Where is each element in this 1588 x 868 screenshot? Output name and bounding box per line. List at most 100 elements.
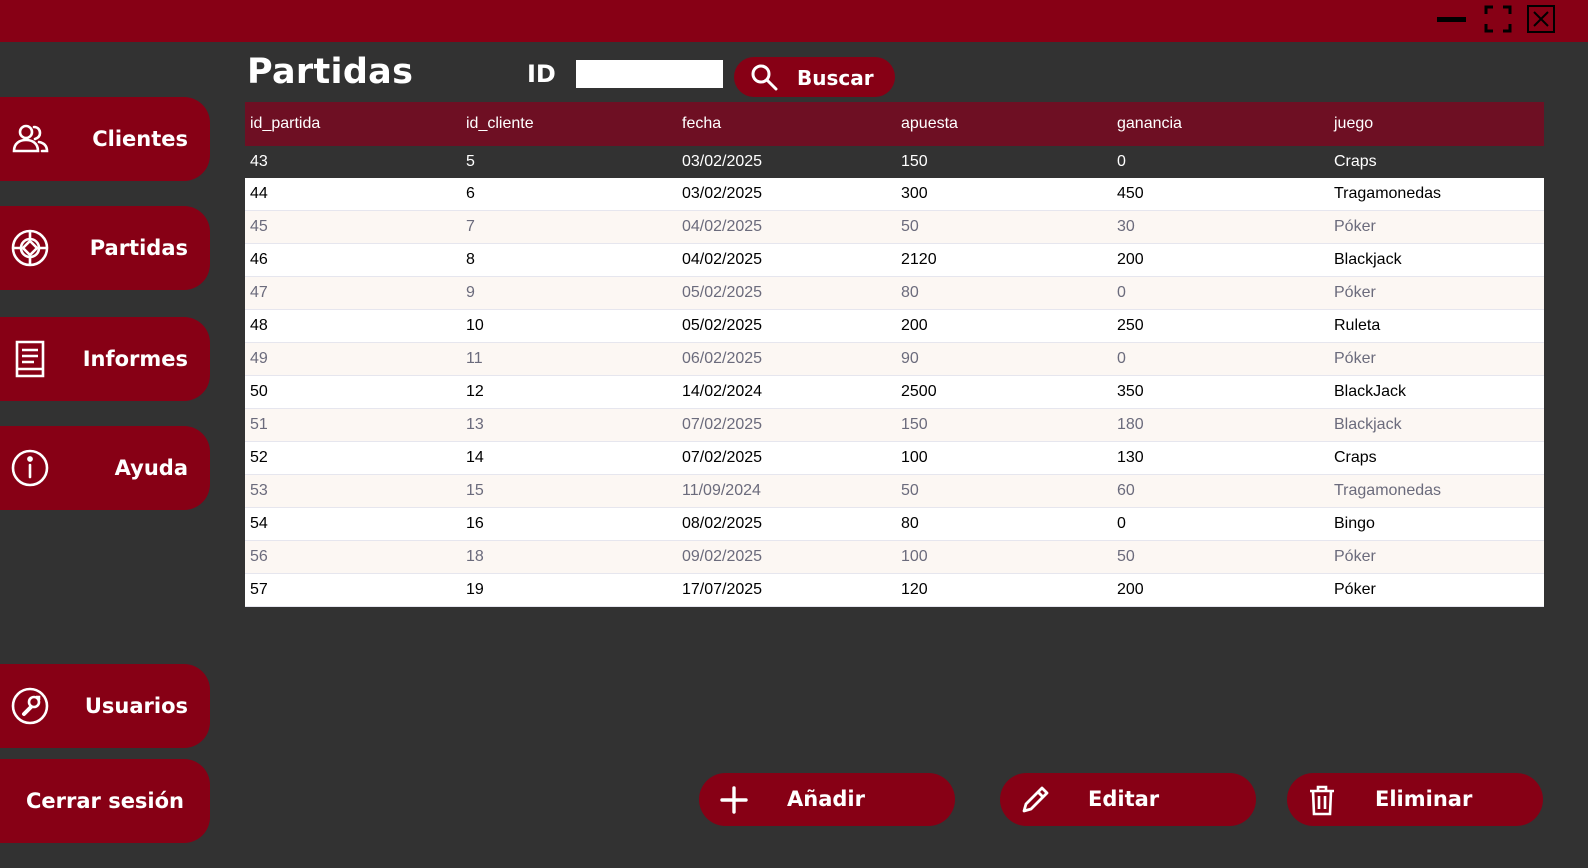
column-header-juego[interactable]: juego: [1329, 115, 1544, 133]
table-cell: 0: [1117, 284, 1126, 301]
table-cell: 05/02/2025: [682, 284, 763, 301]
table-cell: 10: [466, 317, 484, 334]
add-button-label: Añadir: [787, 787, 865, 811]
title-bar: [0, 0, 1588, 42]
id-search-input[interactable]: [576, 60, 723, 88]
add-button[interactable]: Añadir: [699, 773, 955, 826]
sidebar-item-label: Informes: [82, 347, 188, 371]
table-cell: Blackjack: [1334, 251, 1402, 268]
table-cell: Póker: [1334, 284, 1376, 301]
table-cell: 150: [901, 416, 928, 433]
table-cell: Bingo: [1334, 515, 1375, 532]
table-cell: Craps: [1334, 153, 1377, 170]
table-row[interactable]: 48 10 05/02/2025 200 250 Ruleta: [245, 310, 1544, 343]
pencil-icon: [1018, 783, 1052, 817]
column-header-id-cliente[interactable]: id_cliente: [461, 115, 677, 133]
table-cell: Ruleta: [1334, 317, 1381, 334]
table-cell: 60: [1117, 482, 1135, 499]
table-cell: 180: [1117, 416, 1144, 433]
table-cell: 0: [1117, 515, 1126, 532]
edit-button[interactable]: Editar: [1000, 773, 1256, 826]
logout-button[interactable]: Cerrar sesión: [0, 759, 210, 843]
table-cell: 43: [250, 153, 268, 170]
table-cell: 49: [250, 350, 268, 367]
edit-button-label: Editar: [1088, 787, 1160, 811]
table-cell: 350: [1117, 383, 1144, 400]
table-cell: Póker: [1334, 350, 1376, 367]
table-row[interactable]: 49 11 06/02/2025 90 0 Póker: [245, 343, 1544, 376]
logout-button-label: Cerrar sesión: [25, 789, 185, 813]
table-cell: 2500: [901, 383, 937, 400]
table-row[interactable]: 53 15 11/09/2024 50 60 Tragamonedas: [245, 475, 1544, 508]
table-body: 43 5 03/02/2025 150 0 Craps 44 6 03/02/2025 300 45…: [245, 146, 1544, 607]
table-cell: 46: [250, 251, 268, 268]
sidebar-item-ayuda[interactable]: Ayuda: [0, 426, 210, 510]
table-row[interactable]: 44 6 03/02/2025 300 450 Tragamonedas: [245, 178, 1544, 211]
table-cell: 07/02/2025: [682, 416, 763, 433]
close-icon[interactable]: [1526, 4, 1556, 34]
table-cell: 45: [250, 218, 268, 235]
plus-icon: [717, 783, 751, 817]
table-row[interactable]: 46 8 04/02/2025 2120 200 Blackjack: [245, 244, 1544, 277]
table-cell: Póker: [1334, 548, 1376, 565]
table-cell: 120: [901, 581, 928, 598]
table-cell: 130: [1117, 449, 1144, 466]
table-row[interactable]: 57 19 17/07/2025 120 200 Póker: [245, 574, 1544, 607]
table-row[interactable]: 45 7 04/02/2025 50 30 Póker: [245, 211, 1544, 244]
column-header-apuesta[interactable]: apuesta: [896, 115, 1112, 133]
table-row[interactable]: 51 13 07/02/2025 150 180 Blackjack: [245, 409, 1544, 442]
sidebar-item-partidas[interactable]: Partidas: [0, 206, 210, 290]
column-header-ganancia[interactable]: ganancia: [1112, 115, 1329, 133]
column-header-fecha[interactable]: fecha: [677, 115, 896, 133]
table-cell: 2120: [901, 251, 937, 268]
table-cell: 30: [1117, 218, 1135, 235]
sidebar-item-label: Ayuda: [114, 456, 188, 480]
table-cell: Póker: [1334, 218, 1376, 235]
page-title: Partidas: [247, 52, 414, 92]
table-row[interactable]: 50 12 14/02/2024 2500 350 BlackJack: [245, 376, 1544, 409]
table-cell: 5: [466, 153, 475, 170]
minimize-icon[interactable]: [1436, 4, 1466, 34]
table-cell: 11/09/2024: [682, 482, 761, 499]
table-cell: 12: [466, 383, 484, 400]
table-cell: 11: [466, 350, 483, 367]
table-cell: 200: [1117, 581, 1144, 598]
table-row[interactable]: 47 9 05/02/2025 80 0 Póker: [245, 277, 1544, 310]
table-cell: 09/02/2025: [682, 548, 763, 565]
sidebar-item-label: Clientes: [92, 127, 188, 151]
table-cell: 150: [901, 153, 928, 170]
delete-button[interactable]: Eliminar: [1287, 773, 1543, 826]
report-icon: [10, 339, 50, 379]
table-cell: 05/02/2025: [682, 317, 763, 334]
table-row[interactable]: 43 5 03/02/2025 150 0 Craps: [245, 146, 1544, 178]
users-icon: [10, 119, 50, 159]
table-cell: 250: [1117, 317, 1144, 334]
table-row[interactable]: 54 16 08/02/2025 80 0 Bingo: [245, 508, 1544, 541]
table-row[interactable]: 56 18 09/02/2025 100 50 Póker: [245, 541, 1544, 574]
info-icon: [10, 448, 50, 488]
table-cell: Tragamonedas: [1334, 482, 1442, 499]
table-cell: 07/02/2025: [682, 449, 763, 466]
partidas-table[interactable]: id_partida id_cliente fecha apuesta ganancia…: [245, 102, 1544, 607]
table-cell: 13: [466, 416, 484, 433]
table-cell: 03/02/2025: [682, 153, 763, 170]
chip-icon: [10, 228, 50, 268]
sidebar-item-informes[interactable]: Informes: [0, 317, 210, 401]
column-header-id-partida[interactable]: id_partida: [245, 115, 461, 133]
sidebar-item-usuarios[interactable]: Usuarios: [0, 664, 210, 748]
search-button[interactable]: Buscar: [734, 57, 895, 97]
sidebar-item-clientes[interactable]: Clientes: [0, 97, 210, 181]
table-cell: 100: [901, 548, 928, 565]
wrench-icon: [10, 686, 50, 726]
table-cell: 8: [466, 251, 475, 268]
table-cell: 14/02/2024: [682, 383, 763, 400]
table-row[interactable]: 52 14 07/02/2025 100 130 Craps: [245, 442, 1544, 475]
table-cell: 200: [1117, 251, 1144, 268]
table-cell: Craps: [1334, 449, 1377, 466]
maximize-icon[interactable]: [1483, 4, 1513, 34]
table-cell: 19: [466, 581, 484, 598]
table-cell: 08/02/2025: [682, 515, 763, 532]
table-cell: BlackJack: [1334, 383, 1407, 400]
table-cell: 50: [250, 383, 268, 400]
table-cell: 9: [466, 284, 475, 301]
